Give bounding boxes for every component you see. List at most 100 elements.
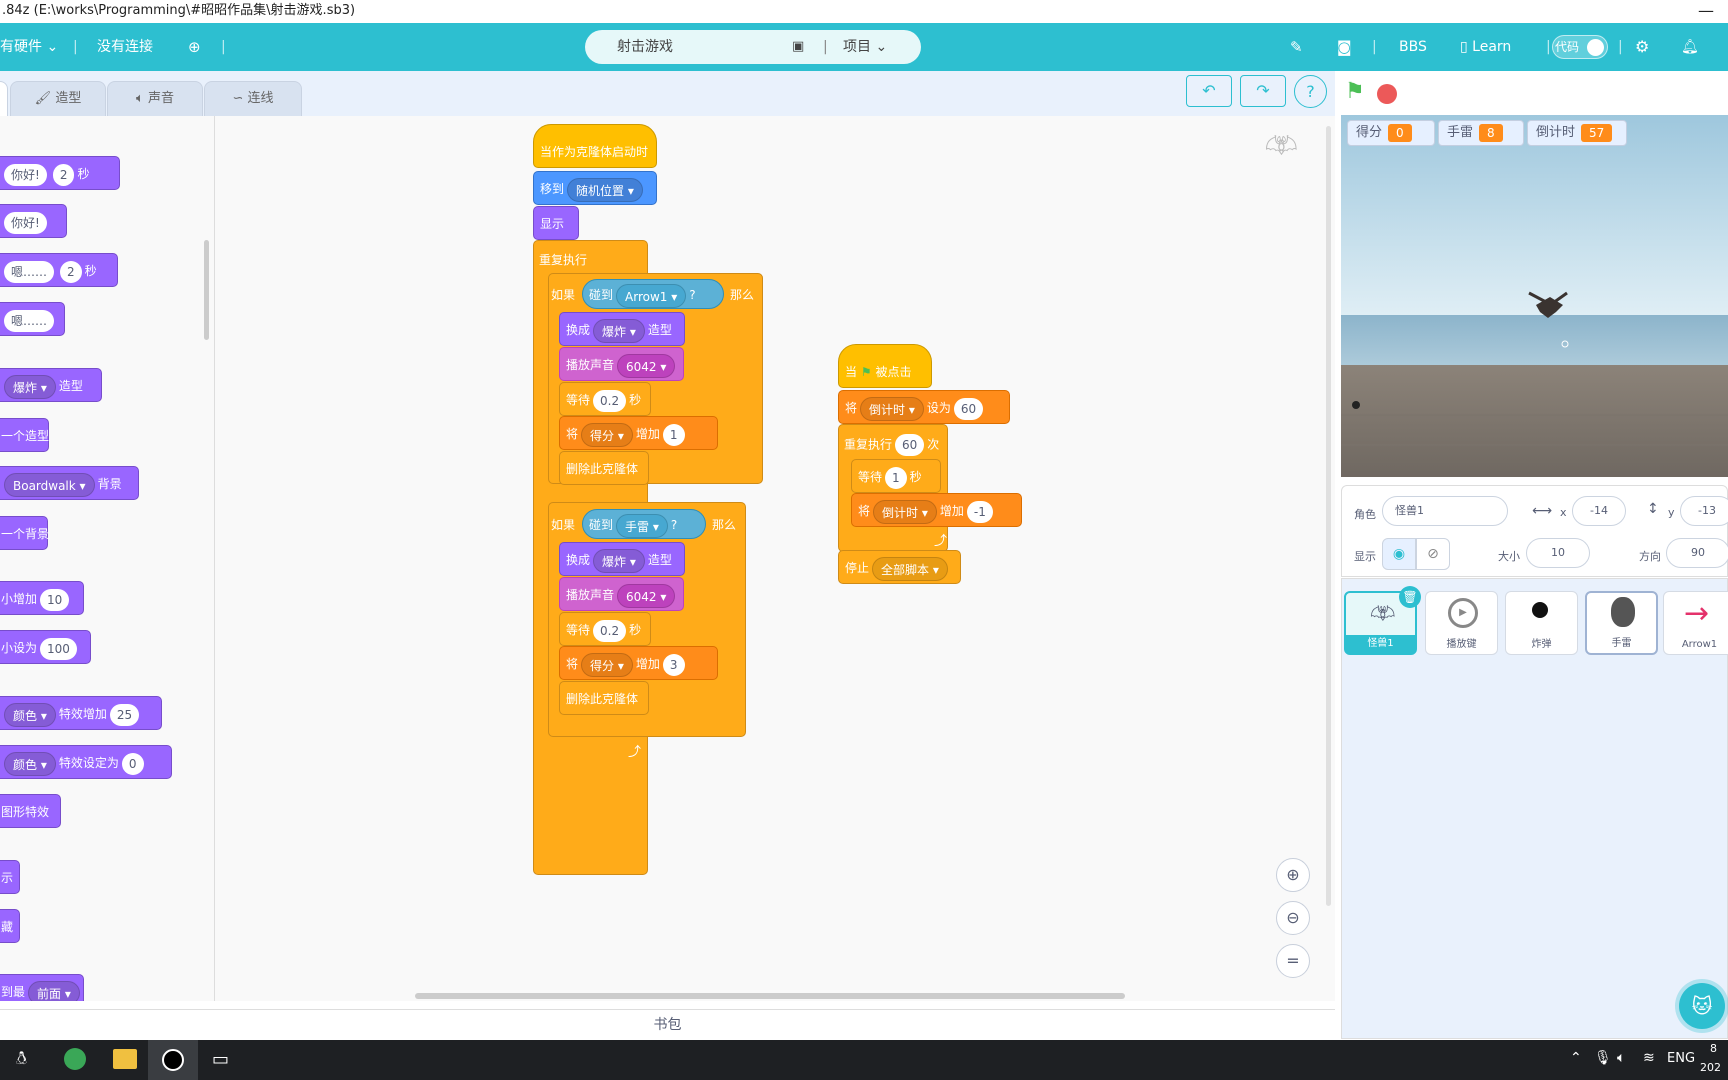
palette-change-effect[interactable]: 颜色 ▾ 特效增加 25 [0, 696, 162, 730]
change-var-block[interactable]: 将得分 ▾ 增加 1 [559, 416, 718, 450]
palette-clear-effects[interactable]: 图形特效 [0, 794, 61, 828]
upgrade-button[interactable]: 🔔︎ Upg [1681, 23, 1728, 103]
project-menu[interactable]: 项目 ⌄ [843, 30, 887, 64]
help-button[interactable]: ? [1294, 75, 1327, 108]
effect-dropdown[interactable]: 颜色 ▾ [4, 702, 56, 727]
size-set-input[interactable]: 100 [40, 637, 77, 660]
sprite-tile-monster[interactable]: 🦇︎ 怪兽1 🗑︎ [1344, 586, 1421, 655]
browser-icon[interactable] [64, 1048, 86, 1070]
sprite-name-input[interactable]: 怪兽1 [1382, 496, 1508, 526]
speaker-icon[interactable]: 🔈︎ [1617, 1050, 1625, 1066]
set-var-block[interactable]: 将倒计时 ▾ 设为 60 [838, 390, 1010, 424]
palette-change-size[interactable]: 小增加 10 [0, 581, 84, 615]
show-block[interactable]: 显示 [533, 206, 579, 240]
when-clone-hat[interactable]: 当作为克隆体启动时 [533, 124, 657, 168]
code-workspace[interactable]: 🦇︎ 当作为克隆体启动时 移到 随机位置 ▾ 显示 重复执行 如果 碰到 Arrow… [215, 116, 1335, 1001]
variable-dropdown[interactable]: 得分 ▾ [581, 652, 633, 677]
repeat-input[interactable]: 60 [895, 434, 925, 456]
palette-switch-backdrop[interactable]: Boardwalk ▾ 背景 [0, 466, 139, 500]
sprite-tile-bomb[interactable]: 炸弹 [1505, 591, 1578, 655]
backpack-bar[interactable]: 书包 [0, 1009, 1335, 1040]
palette-set-size[interactable]: 小设为 100 [0, 630, 91, 664]
sprite-tile-arrow[interactable]: → Arrow1 [1663, 591, 1728, 655]
hide-eye-icon[interactable]: ⊘ [1416, 538, 1450, 570]
switch-costume-block[interactable]: 换成 爆炸 ▾ 造型 [559, 312, 685, 346]
sound-dropdown[interactable]: 6042 ▾ [617, 583, 676, 608]
wait-block[interactable]: 等待 1 秒 [851, 459, 941, 493]
connection-status[interactable]: 没有连接 [97, 23, 153, 71]
y-input[interactable]: -13 [1680, 496, 1728, 526]
gear-icon[interactable]: ⚙ [1635, 23, 1649, 71]
code-mode-toggle[interactable] [1552, 35, 1608, 59]
palette-say[interactable]: 你好! [0, 204, 67, 238]
redo-button[interactable]: ↷ [1240, 75, 1286, 107]
goto-block[interactable]: 移到 随机位置 ▾ [533, 171, 657, 205]
delete-clone-block[interactable]: 删除此克隆体 [559, 681, 649, 715]
language-indicator[interactable]: ENG [1667, 1051, 1695, 1066]
costume-dropdown[interactable]: 爆炸 ▾ [4, 374, 56, 399]
tab-costume[interactable]: 🖌︎ 造型 [10, 81, 106, 116]
backdrop-dropdown[interactable]: Boardwalk ▾ [4, 472, 95, 497]
touching-block-2[interactable]: 碰到 手雷 ▾? [582, 509, 706, 539]
project-name-input[interactable]: 射击游戏 [617, 30, 673, 64]
tab-sound[interactable]: 🔈︎ 声音 [107, 81, 203, 116]
set-input[interactable]: 60 [953, 397, 984, 420]
palette-think-secs[interactable]: 嗯…… 2 秒 [0, 253, 118, 287]
zoom-out-button[interactable]: ⊖ [1276, 901, 1310, 935]
bbs-link[interactable]: BBS [1399, 23, 1427, 71]
say-text-input[interactable]: 你好! [4, 163, 47, 186]
costume-dropdown[interactable]: 爆炸 ▾ [593, 318, 645, 343]
learn-link[interactable]: ▯ Learn [1460, 23, 1511, 71]
wait-block[interactable]: 等待 0.2 秒 [559, 382, 651, 416]
play-sound-block[interactable]: 播放声音 6042 ▾ [559, 347, 684, 381]
variable-dropdown[interactable]: 倒计时 ▾ [873, 499, 937, 524]
green-flag-icon[interactable]: ⚑ [1345, 79, 1365, 104]
globe-icon[interactable]: ⊕ [188, 23, 201, 71]
wait-block[interactable]: 等待 0.2 秒 [559, 612, 651, 646]
edit-icon[interactable]: ✎ [1290, 23, 1303, 71]
palette-next-backdrop[interactable]: 一个背景 [0, 516, 49, 550]
palette-think[interactable]: 嗯…… [0, 302, 65, 336]
stage[interactable]: 得分 0 手雷 8 倒计时 57 [1341, 115, 1728, 477]
folder-icon[interactable] [113, 1049, 137, 1069]
change-input[interactable]: -1 [966, 500, 993, 523]
say-text-input[interactable]: 你好! [4, 211, 47, 234]
trash-icon[interactable]: 🗑︎ [1399, 586, 1421, 608]
wait-input[interactable]: 0.2 [593, 389, 627, 412]
hardware-menu[interactable]: 有硬件 ⌄ [0, 23, 58, 71]
effect-set-input[interactable]: 0 [121, 752, 144, 775]
wait-input[interactable]: 0.2 [593, 619, 627, 642]
change-input[interactable]: 3 [662, 653, 685, 676]
palette-next-costume[interactable]: 一个造型 [0, 418, 49, 452]
direction-input[interactable]: 90 [1666, 538, 1728, 568]
minimize-button[interactable]: — [1698, 0, 1714, 22]
add-sprite-button[interactable]: 🐱︎ [1679, 983, 1725, 1029]
switch-costume-block[interactable]: 换成 爆炸 ▾ 造型 [559, 542, 685, 576]
palette-scrollbar[interactable] [204, 240, 209, 340]
zoom-in-button[interactable]: ⊕ [1276, 858, 1310, 892]
horizontal-scrollbar[interactable] [415, 993, 1125, 999]
wait-input[interactable]: 1 [885, 466, 907, 489]
think-secs-input[interactable]: 2 [60, 260, 82, 283]
delete-clone-block[interactable]: 删除此克隆体 [559, 451, 649, 485]
save-icon[interactable]: ▣ [792, 30, 804, 64]
touching-dropdown[interactable]: 手雷 ▾ [616, 513, 668, 538]
think-text-input[interactable]: 嗯…… [4, 309, 55, 332]
stop-block[interactable]: 停止 全部脚本 ▾ [838, 550, 961, 584]
camera-icon[interactable]: ◙ [1337, 23, 1352, 71]
tray-chevron-icon[interactable]: ⌃ [1570, 1050, 1582, 1066]
think-text-input[interactable]: 嗯…… [4, 260, 55, 283]
taskbar-app-active[interactable] [148, 1040, 198, 1080]
microphone-icon[interactable]: 🎙︎ [1594, 1050, 1612, 1066]
sound-dropdown[interactable]: 6042 ▾ [617, 353, 676, 378]
change-var-block[interactable]: 将得分 ▾ 增加 3 [559, 646, 718, 680]
change-input[interactable]: 1 [662, 423, 685, 446]
sprite-tile-grenade[interactable]: 手雷 [1585, 591, 1658, 655]
qq-icon[interactable]: 🐧︎ [16, 1048, 38, 1070]
variable-dropdown[interactable]: 得分 ▾ [581, 422, 633, 447]
stop-icon[interactable] [1377, 84, 1397, 104]
goto-dropdown[interactable]: 随机位置 ▾ [567, 177, 643, 202]
palette-go-to-layer[interactable]: 到最 前面 ▾ [0, 974, 84, 1001]
when-flag-hat[interactable]: 当 ⚑ 被点击 [838, 344, 932, 388]
sprite-tile-play[interactable]: ▶ 播放键 [1425, 591, 1498, 655]
